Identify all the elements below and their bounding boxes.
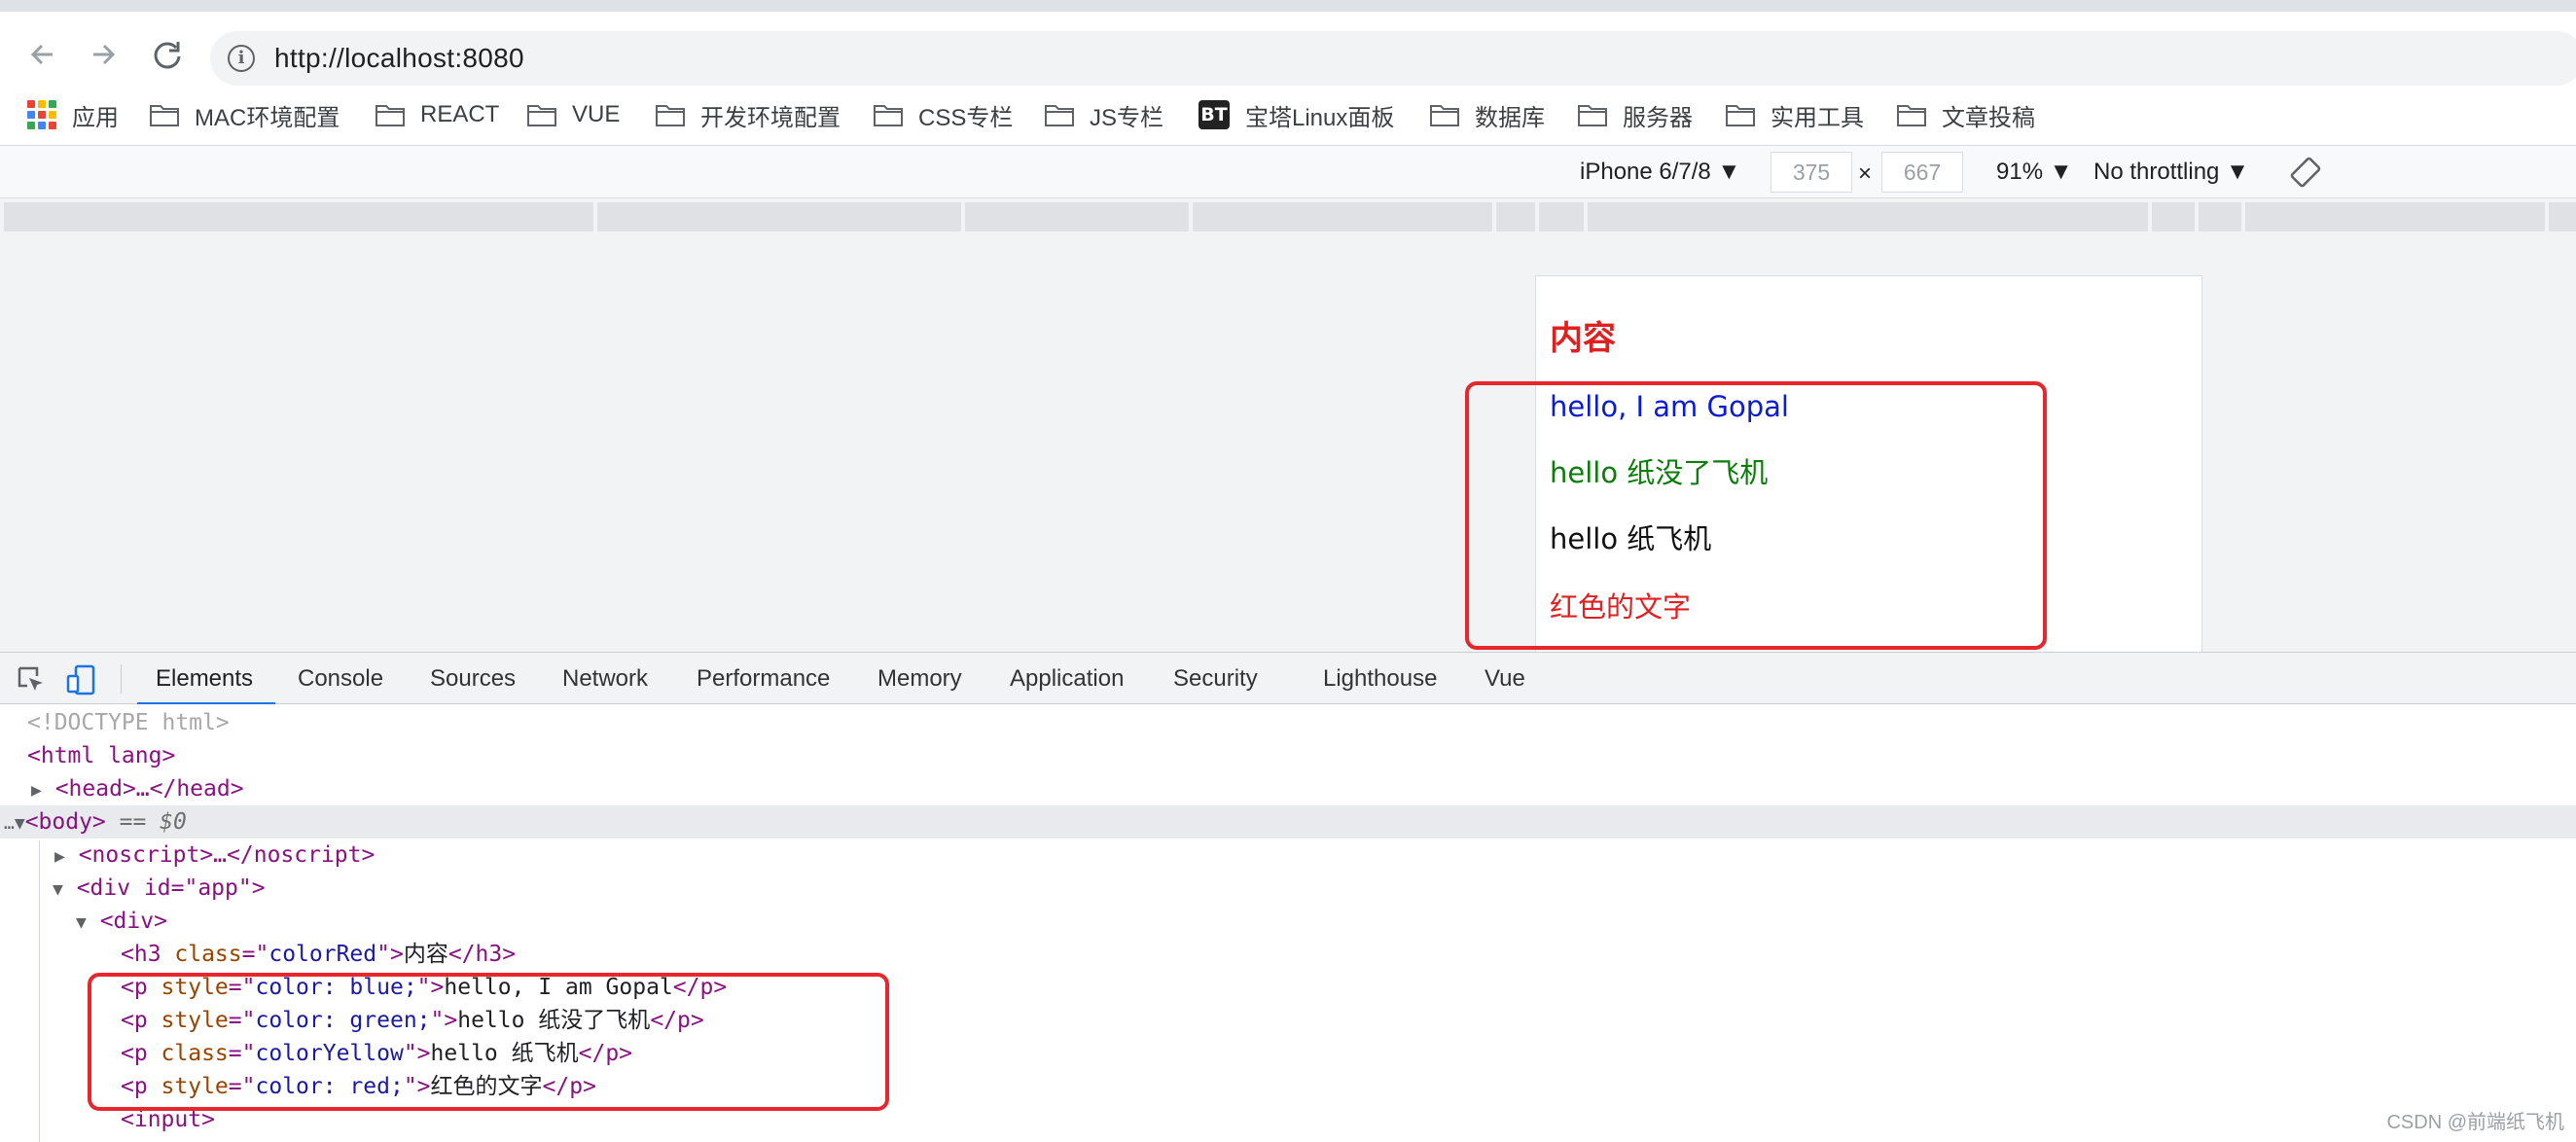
dom-body[interactable]: …▼<body> == $0 <box>4 805 187 839</box>
media-query-segment[interactable] <box>1193 202 1492 232</box>
arrow-right-icon <box>93 44 116 65</box>
folder-icon <box>376 103 405 126</box>
height-input[interactable]: 667 <box>1881 152 1963 193</box>
toolbar: i http://localhost:8080 <box>0 12 2576 86</box>
collapse-triangle-icon[interactable]: ▼ <box>76 912 87 933</box>
media-query-segment[interactable] <box>597 202 961 232</box>
indent-guide <box>39 840 40 1142</box>
tab-console[interactable]: Console <box>298 662 383 696</box>
more-dots-icon[interactable]: … <box>4 813 15 834</box>
tab-strip <box>0 0 2576 12</box>
dom-html[interactable]: <html lang> <box>27 739 175 772</box>
folder-icon <box>1726 103 1755 126</box>
tab-vue[interactable]: Vue <box>1485 662 1525 696</box>
dom-noscript[interactable]: ▶ <noscript>…</noscript> <box>54 839 375 872</box>
reload-button[interactable] <box>146 33 189 76</box>
address-bar[interactable]: i http://localhost:8080 <box>210 31 2576 86</box>
page-heading: 内容 <box>1550 319 1616 358</box>
devtools-tabbar: Elements Console Sources Network Perform… <box>0 652 2576 705</box>
media-query-segment[interactable] <box>4 202 593 232</box>
tab-application[interactable]: Application <box>1010 662 1124 696</box>
expand-triangle-icon[interactable]: ▶ <box>31 780 42 801</box>
bookmark-js[interactable]: JS专栏 <box>1045 95 1163 134</box>
reload-icon <box>154 42 181 69</box>
tab-sources[interactable]: Sources <box>430 662 516 696</box>
bookmark-react[interactable]: REACT <box>376 95 499 134</box>
device-toolbar: iPhone 6/7/8 ▼ 375 × 667 91% ▼ No thrott… <box>0 146 2576 198</box>
tab-performance[interactable]: Performance <box>697 662 830 696</box>
tab-security[interactable]: Security <box>1173 662 1258 696</box>
media-query-segment[interactable] <box>2549 202 2576 232</box>
device-select[interactable]: iPhone 6/7/8 ▼ <box>1580 156 1740 189</box>
media-query-segment[interactable] <box>1496 202 1535 232</box>
media-query-segment[interactable] <box>2199 202 2241 232</box>
dimension-times: × <box>1858 161 1873 187</box>
media-query-bar <box>0 198 2576 233</box>
bookmark-apps[interactable]: 应用 <box>27 95 119 134</box>
arrow-left-icon <box>30 44 53 65</box>
collapse-triangle-icon[interactable]: ▼ <box>15 813 25 834</box>
bookmarks-bar: 应用 MAC环境配置 REACT VUE 开发环境配置 CSS专栏 JS专栏 B… <box>0 86 2576 146</box>
bookmark-mac[interactable]: MAC环境配置 <box>150 95 340 134</box>
elements-panel: <!DOCTYPE html> <html lang> ▶ <head>…</h… <box>0 704 2576 1142</box>
highlight-box-code <box>88 973 889 1111</box>
bookmark-tools[interactable]: 实用工具 <box>1726 95 1864 134</box>
bookmark-database[interactable]: 数据库 <box>1430 95 1545 134</box>
folder-icon <box>1897 103 1926 126</box>
bookmark-dev-env[interactable]: 开发环境配置 <box>656 95 841 134</box>
media-query-segment[interactable] <box>965 202 1189 232</box>
throttling-select[interactable]: No throttling ▼ <box>2093 156 2249 189</box>
zoom-select[interactable]: 91% ▼ <box>1996 156 2072 189</box>
tab-elements[interactable]: Elements <box>156 662 253 696</box>
dom-doctype[interactable]: <!DOCTYPE html> <box>27 706 230 739</box>
bookmark-vue[interactable]: VUE <box>527 95 620 134</box>
folder-icon <box>1578 103 1607 126</box>
device-toggle-icon[interactable] <box>66 664 97 696</box>
dom-head[interactable]: ▶ <head>…</head> <box>31 772 244 805</box>
forward-button[interactable] <box>82 33 125 76</box>
bookmark-baota[interactable]: BT 宝塔Linux面板 <box>1199 95 1394 134</box>
bt-logo-icon: BT <box>1199 100 1230 129</box>
media-query-segment[interactable] <box>2152 202 2195 232</box>
folder-icon <box>527 103 556 126</box>
apps-grid-icon <box>27 100 56 129</box>
inspect-element-icon[interactable] <box>16 664 47 696</box>
back-button[interactable] <box>21 33 64 76</box>
folder-icon <box>150 103 179 126</box>
info-icon[interactable]: i <box>228 45 255 72</box>
tab-network[interactable]: Network <box>562 662 648 696</box>
media-query-segment[interactable] <box>2245 202 2545 232</box>
watermark: CSDN @前端纸飞机 <box>2386 1112 2564 1133</box>
highlight-box-page <box>1465 381 2047 650</box>
dom-h3[interactable]: <h3 class="colorRed">内容</h3> <box>121 938 516 971</box>
dom-div-app[interactable]: ▼ <div id="app"> <box>53 872 266 905</box>
folder-icon <box>1045 103 1074 126</box>
folder-icon <box>1430 103 1459 126</box>
tab-memory[interactable]: Memory <box>877 662 962 696</box>
folder-icon <box>874 103 903 126</box>
width-input[interactable]: 375 <box>1771 152 1852 193</box>
expand-triangle-icon[interactable]: ▶ <box>54 846 65 867</box>
collapse-triangle-icon[interactable]: ▼ <box>53 879 63 900</box>
url-text[interactable]: http://localhost:8080 <box>274 41 524 76</box>
bookmark-server[interactable]: 服务器 <box>1578 95 1693 134</box>
bookmark-css[interactable]: CSS专栏 <box>874 95 1013 134</box>
folder-icon <box>656 103 685 126</box>
dom-div[interactable]: ▼ <div> <box>76 905 167 938</box>
selected-node-row[interactable] <box>0 805 2576 839</box>
rotate-icon[interactable] <box>2289 156 2322 189</box>
bookmark-articles[interactable]: 文章投稿 <box>1897 95 2035 134</box>
media-query-segment[interactable] <box>1588 202 2148 232</box>
toolbar-divider <box>121 664 122 694</box>
media-query-segment[interactable] <box>1539 202 1584 232</box>
tab-lighthouse[interactable]: Lighthouse <box>1323 662 1437 696</box>
